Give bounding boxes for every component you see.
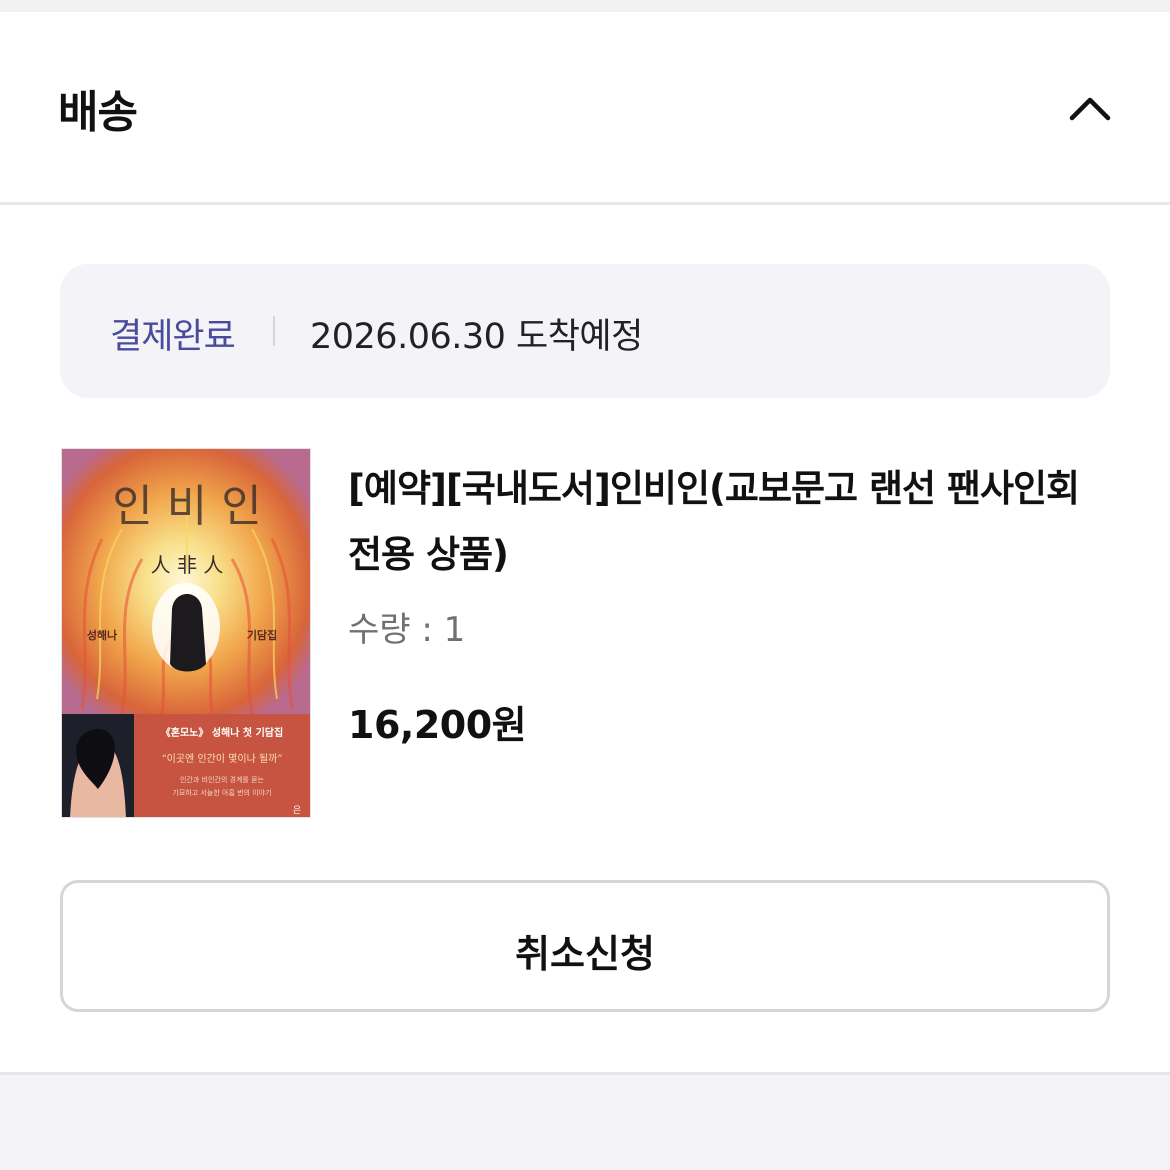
- order-status-box: 결제완료 2026.06.30 도착예정: [60, 264, 1110, 398]
- bottom-divider: [0, 1072, 1170, 1075]
- product-title[interactable]: [예약][국내도서]인비인(교보문고 랜선 팬사인회 전용 상품): [348, 456, 1108, 588]
- cover-author: 성해나: [87, 628, 117, 642]
- publisher-logo: 은: [293, 805, 301, 816]
- product-price: 16,200원: [348, 703, 527, 747]
- book-cover-image: 인 비 인 人 非 人 성해나 기담집 《혼모노》 성해나 첫 기담집 “이곳엔…: [62, 449, 310, 817]
- collapse-button[interactable]: [1062, 84, 1118, 134]
- arrival-estimate: 2026.06.30 도착예정: [310, 317, 643, 357]
- header-divider: [0, 202, 1170, 205]
- product-quantity: 수량 : 1: [348, 610, 466, 650]
- chevron-up-icon: [1069, 97, 1111, 121]
- cover-genre: 기담집: [247, 628, 277, 642]
- payment-status: 결제완료: [110, 317, 236, 357]
- cover-title: 인 비 인: [112, 481, 261, 532]
- section-title: 배송: [58, 87, 138, 138]
- cover-band-title: 《혼모노》 성해나 첫 기담집: [161, 726, 283, 739]
- cancel-request-button[interactable]: 취소신청: [60, 880, 1110, 1012]
- cancel-request-label: 취소신청: [515, 932, 655, 976]
- cover-hanja: 人 非 人: [151, 553, 224, 577]
- cover-blurb-2: 기묘하고 서늘한 아홉 번의 이야기: [172, 788, 271, 797]
- cover-blurb-1: 인간과 비인간의 경계를 묻는: [180, 775, 265, 784]
- top-strip: [0, 0, 1170, 12]
- delivery-panel: 배송 결제완료 2026.06.30 도착예정 인 비 인 人 非 人 성해나 …: [0, 12, 1170, 1072]
- status-separator: [273, 316, 275, 346]
- section-header[interactable]: 배송: [0, 12, 1170, 202]
- book-cover[interactable]: 인 비 인 人 非 人 성해나 기담집 《혼모노》 성해나 첫 기담집 “이곳엔…: [61, 448, 311, 818]
- cover-quote: “이곳엔 인간이 몇이나 될까”: [162, 753, 283, 765]
